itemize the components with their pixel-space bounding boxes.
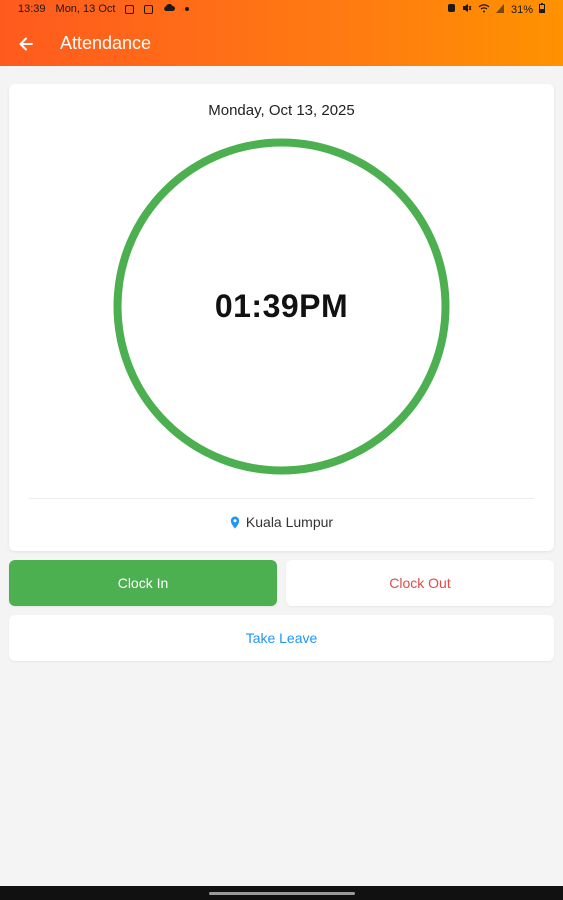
app-bar: Attendance: [0, 24, 563, 64]
wifi-icon: [478, 3, 490, 16]
gallery-icon: [125, 4, 135, 14]
mute-icon: [462, 3, 472, 16]
current-time: 01:39PM: [214, 288, 349, 324]
attendance-card: Monday, Oct 13, 2025 01:39PM Kuala Lumpu…: [9, 84, 554, 551]
system-nav-bar: [0, 886, 563, 900]
arrow-left-icon: [19, 37, 33, 51]
status-time: 13:39: [18, 3, 46, 15]
current-date: Monday, Oct 13, 2025: [208, 102, 355, 119]
clock-out-button[interactable]: Clock Out: [286, 560, 554, 606]
battery-level: 31%: [510, 3, 533, 16]
status-bar: 13:39 Mon, 13 Oct 31%: [0, 0, 563, 20]
clock-in-button[interactable]: Clock In: [9, 560, 277, 606]
clock-ring: 01:39PM: [113, 138, 450, 475]
app-header: 13:39 Mon, 13 Oct 31% Attendance: [0, 0, 563, 66]
map-pin-icon: [230, 516, 240, 528]
notification-dot-icon: [185, 7, 190, 11]
location-row: Kuala Lumpur: [9, 514, 554, 530]
home-gesture-handle[interactable]: [209, 892, 355, 895]
alarm-icon: [447, 3, 456, 16]
battery-icon: [539, 3, 545, 16]
signal-icon: [495, 3, 505, 16]
back-button[interactable]: [14, 32, 38, 56]
message-icon: [144, 4, 154, 14]
divider: [29, 498, 534, 499]
page-title: Attendance: [60, 33, 152, 53]
take-leave-button[interactable]: Take Leave: [9, 615, 554, 661]
location-label: Kuala Lumpur: [245, 514, 334, 530]
status-date: Mon, 13 Oct: [55, 3, 116, 15]
cloud-icon: [163, 3, 176, 15]
